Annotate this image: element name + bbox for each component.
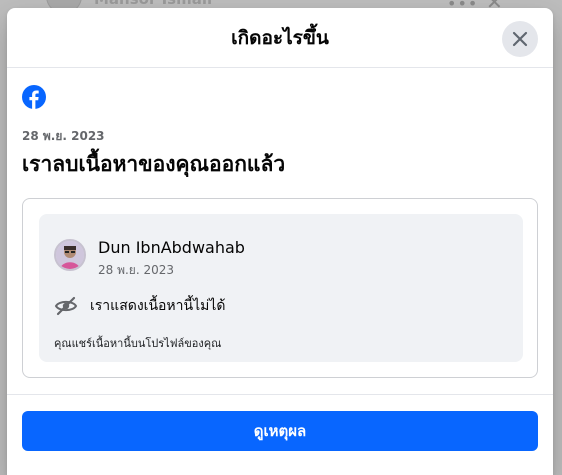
content-unavailable-row: เราแสดงเนื้อหานี้ไม่ได้ bbox=[54, 294, 226, 318]
post-preview: Dun IbnAbdwahab 28 พ.ย. 2023 เราแสดงเนื้… bbox=[39, 214, 523, 362]
content-unavailable-label: เราแสดงเนื้อหานี้ไม่ได้ bbox=[90, 298, 226, 314]
headline: เราลบเนื้อหาของคุณออกแล้ว bbox=[22, 152, 286, 176]
footer-divider bbox=[7, 394, 553, 395]
dialog-header: เกิดอะไรขึ้น bbox=[7, 8, 553, 68]
close-button[interactable] bbox=[502, 21, 538, 57]
see-reason-button[interactable]: ดูเหตุผล bbox=[22, 411, 538, 451]
avatar bbox=[54, 239, 86, 271]
share-note: คุณแชร์เนื้อหานี้บนโปรไฟล์ของคุณ bbox=[54, 337, 222, 350]
event-date: 28 พ.ย. 2023 bbox=[22, 129, 105, 143]
what-happened-dialog: เกิดอะไรขึ้น 28 พ.ย. 2023 เราลบเนื้อหาขอ… bbox=[7, 8, 553, 475]
background-author-name: Mansor Ismail bbox=[94, 0, 212, 8]
post-date: 28 พ.ย. 2023 bbox=[98, 263, 175, 277]
eye-slash-icon bbox=[54, 296, 78, 316]
facebook-logo-icon bbox=[22, 85, 46, 109]
close-icon bbox=[512, 31, 528, 47]
removed-content-card: Dun IbnAbdwahab 28 พ.ย. 2023 เราแสดงเนื้… bbox=[22, 198, 538, 378]
post-author: Dun IbnAbdwahab bbox=[98, 238, 245, 257]
dialog-title: เกิดอะไรขึ้น bbox=[231, 26, 329, 49]
